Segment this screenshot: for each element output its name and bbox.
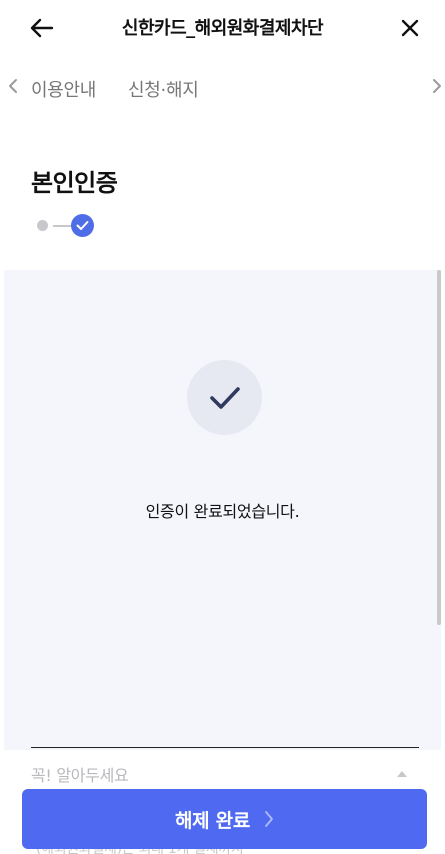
step-indicator <box>35 213 115 239</box>
close-icon <box>401 19 419 37</box>
chevron-right-icon <box>265 811 273 827</box>
check-icon <box>76 221 89 230</box>
page-title: 신한카드_해외원화결제차단 <box>121 18 324 39</box>
check-icon <box>209 386 240 409</box>
app-header: 신한카드_해외원화결제차단 <box>0 0 445 56</box>
confirm-cancel-button[interactable]: 해제 완료 <box>22 789 427 849</box>
tab-scroll-left-button[interactable] <box>4 75 22 97</box>
success-badge <box>187 360 262 435</box>
page: 신한카드_해외원화결제차단 이용안내 신청·해지 본인인증 인증이 완료되었습니… <box>0 0 445 854</box>
result-message: 인증이 완료되었습니다. <box>145 502 300 521</box>
caret-up-icon[interactable] <box>397 771 407 777</box>
tab-scroll-right-button[interactable] <box>428 75 445 97</box>
tab-usage-guide[interactable]: 이용안내 <box>31 76 96 102</box>
scrollbar[interactable] <box>437 270 441 625</box>
back-button[interactable] <box>26 12 58 44</box>
close-button[interactable] <box>394 12 426 44</box>
arrow-left-icon <box>30 18 54 38</box>
divider <box>31 747 419 748</box>
chevron-left-icon <box>9 79 17 93</box>
section-title: 본인인증 <box>31 169 118 197</box>
step-1-dot <box>37 220 48 231</box>
step-2-current <box>71 214 94 237</box>
tab-bar: 이용안내 신청·해지 <box>0 66 445 108</box>
step-connector <box>53 225 71 227</box>
verification-result-panel: 인증이 완료되었습니다. <box>4 270 441 750</box>
cta-label: 해제 완료 <box>174 809 251 832</box>
notice-title[interactable]: 꼭! 알아두세요 <box>31 762 129 786</box>
chevron-right-icon <box>433 79 441 93</box>
tab-apply-cancel[interactable]: 신청·해지 <box>128 76 199 102</box>
